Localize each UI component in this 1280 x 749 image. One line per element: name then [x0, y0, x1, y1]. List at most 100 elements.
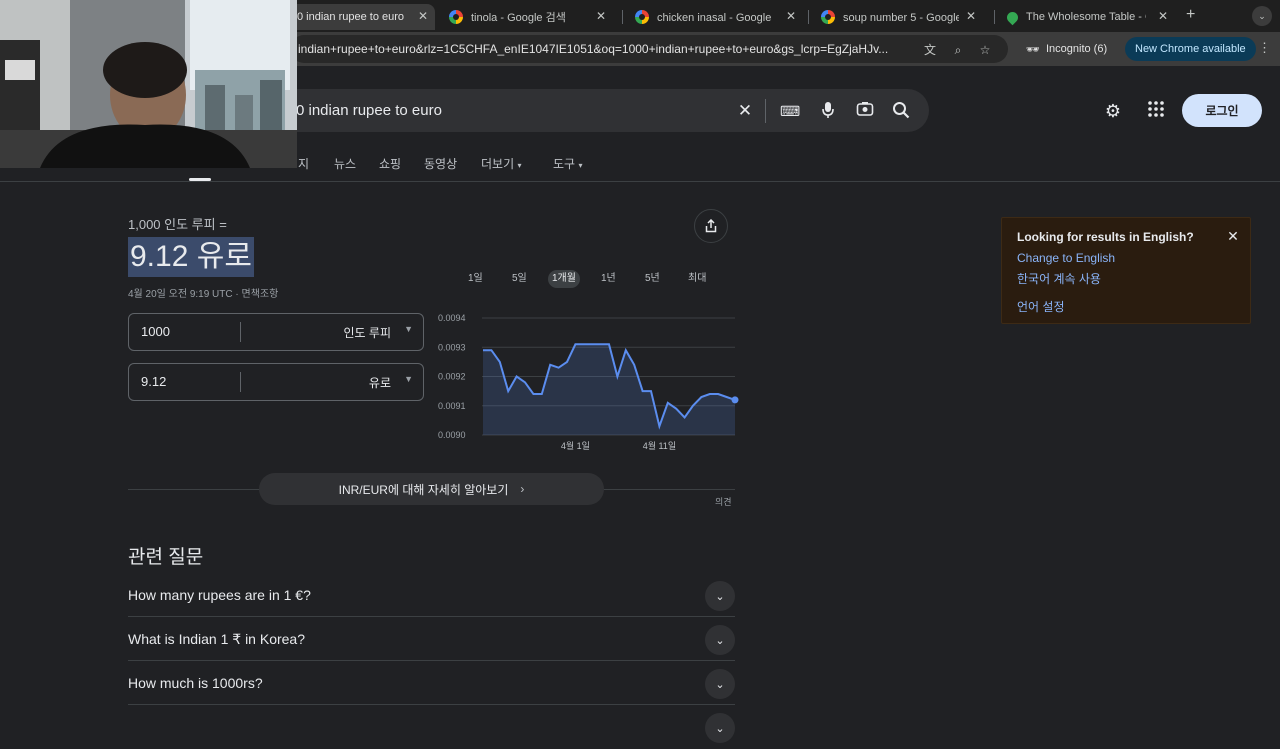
conversion-timestamp: 4월 20일 오전 9:19 UTC · 면책조항	[128, 289, 279, 300]
chrome-update-button[interactable]: New Chrome available	[1125, 37, 1256, 61]
change-to-english-link[interactable]: Change to English	[1017, 251, 1115, 265]
tab-tools[interactable]: 도구 ▾	[553, 155, 582, 172]
tab-wholesome-table[interactable]: The Wholesome Table - G ✕	[999, 4, 1179, 30]
close-tab-icon[interactable]: ✕	[593, 9, 609, 23]
range-1-year[interactable]: 1년	[597, 270, 620, 288]
clear-icon[interactable]: ✕	[735, 101, 755, 121]
dropdown-caret-icon[interactable]: ▼	[404, 374, 413, 384]
exchange-rate-chart[interactable]: 0.0094 0.0093 0.0092 0.0091 0.0090 4월 1일 4월 11…	[430, 306, 740, 456]
tab-soup-number-5[interactable]: soup number 5 - Google 검 ✕	[813, 4, 993, 30]
search-divider	[765, 99, 766, 123]
y-tick-label: 0.0092	[438, 372, 466, 382]
incognito-indicator[interactable]: 🕶 Incognito (6)	[1018, 37, 1115, 61]
conversion-result: 9.12 유로	[128, 237, 254, 277]
faq-question: How many rupees are in 1 €?	[128, 587, 311, 603]
header-divider	[0, 181, 1280, 182]
y-tick-label: 0.0094	[438, 313, 466, 323]
language-popup-title: Looking for results in English?	[1017, 230, 1194, 244]
y-tick-label: 0.0093	[438, 342, 466, 352]
range-5-day[interactable]: 5일	[508, 270, 531, 288]
settings-gear-icon[interactable]: ⚙	[1102, 100, 1124, 122]
translate-icon[interactable]: 文	[922, 42, 938, 58]
chevron-down-icon[interactable]: ⌄	[705, 581, 735, 611]
chevron-down-icon: ▾	[517, 161, 522, 170]
tab-divider	[808, 10, 809, 24]
more-options-icon[interactable]: ⋮	[1258, 40, 1271, 56]
y-tick-label: 0.0091	[438, 401, 466, 411]
search-icon[interactable]	[891, 101, 911, 121]
learn-more-label: INR/EUR에 대해 자세히 알아보기	[338, 482, 509, 497]
tab-label: tinola - Google 검색	[471, 12, 566, 24]
x-tick-label: 4월 1일	[561, 440, 590, 451]
new-tab-icon[interactable]: +	[1186, 6, 1195, 24]
tab-news[interactable]: 뉴스	[334, 155, 356, 172]
range-1-month[interactable]: 1개월	[548, 270, 580, 288]
dropdown-caret-icon[interactable]: ▼	[404, 324, 413, 334]
field-divider	[240, 322, 241, 342]
tab-search-icon[interactable]: ⌄	[1252, 6, 1272, 26]
google-icon	[635, 10, 649, 24]
current-value-dot	[731, 396, 739, 404]
related-questions-title: 관련 질문	[128, 547, 204, 568]
tab-more-label: 더보기	[481, 157, 515, 171]
close-tab-icon[interactable]: ✕	[415, 9, 431, 23]
faq-item[interactable]: How many rupees are in 1 €? ⌄	[128, 573, 735, 617]
chevron-down-icon[interactable]: ⌄	[705, 713, 735, 743]
chevron-right-icon: ›	[520, 482, 525, 496]
tab-label: soup number 5 - Google 검	[843, 12, 959, 24]
close-icon[interactable]: ✕	[1225, 228, 1241, 245]
faq-item[interactable]: What is Indian 1 ₹ in Korea? ⌄	[128, 617, 735, 661]
to-currency-select[interactable]: 유로	[369, 374, 391, 391]
tab-divider	[622, 10, 623, 24]
language-settings-link[interactable]: 언어 설정	[1017, 298, 1065, 315]
series-area	[483, 344, 735, 435]
google-icon	[449, 10, 463, 24]
faq-question: How much is 1000rs?	[128, 675, 263, 691]
tab-divider	[994, 10, 995, 24]
to-amount-input[interactable]: 9.12	[141, 374, 166, 389]
close-tab-icon[interactable]: ✕	[1155, 9, 1171, 23]
tab-chicken-inasal[interactable]: chicken inasal - Google 검 ✕	[627, 4, 807, 30]
range-5-year[interactable]: 5년	[641, 270, 664, 288]
faq-item[interactable]: ⌄	[128, 705, 735, 749]
incognito-label: Incognito (6)	[1045, 43, 1108, 55]
tab-shopping[interactable]: 쇼핑	[379, 155, 401, 172]
feedback-link[interactable]: 의견	[715, 495, 732, 508]
faq-question: What is Indian 1 ₹ in Korea?	[128, 631, 306, 647]
tab-images[interactable]: 지	[298, 155, 309, 172]
from-amount-input[interactable]: 1000	[141, 324, 170, 339]
share-button[interactable]	[694, 209, 728, 243]
lens-camera-icon[interactable]	[855, 101, 875, 121]
search-input[interactable]: 0 indian rupee to euro	[296, 102, 442, 119]
tab-videos[interactable]: 동영상	[424, 155, 457, 172]
keyboard-icon[interactable]: ⌨	[780, 101, 800, 121]
learn-more-button[interactable]: INR/EUR에 대해 자세히 알아보기 ›	[259, 473, 604, 505]
zoom-icon[interactable]: ⌕	[950, 42, 966, 58]
faq-item[interactable]: How much is 1000rs? ⌄	[128, 661, 735, 705]
close-tab-icon[interactable]: ✕	[783, 9, 799, 23]
tab-tinola[interactable]: tinola - Google 검색 ✕	[441, 4, 621, 30]
range-1-day[interactable]: 1일	[464, 270, 487, 288]
microphone-icon[interactable]	[818, 101, 838, 121]
from-amount-field[interactable]: 1000 인도 루피 ▼	[128, 313, 424, 351]
close-tab-icon[interactable]: ✕	[963, 9, 979, 23]
address-bar[interactable]: indian+rupee+to+euro&rlz=1C5CHFA_enIE104…	[290, 35, 1008, 63]
tab-label: chicken inasal - Google 검	[657, 12, 773, 24]
bookmark-star-icon[interactable]: ☆	[977, 42, 993, 58]
chevron-down-icon: ▾	[578, 161, 583, 170]
url-text[interactable]: indian+rupee+to+euro&rlz=1C5CHFA_enIE104…	[298, 42, 914, 56]
search-box[interactable]: 0 indian rupee to euro ✕ ⌨	[230, 89, 929, 132]
incognito-icon: 🕶	[1026, 43, 1040, 56]
tab-tools-label: 도구	[553, 157, 576, 171]
login-button[interactable]: 로그인	[1182, 94, 1262, 127]
range-max[interactable]: 최대	[684, 270, 710, 288]
keep-korean-link[interactable]: 한국어 계속 사용	[1017, 270, 1101, 287]
from-currency-select[interactable]: 인도 루피	[344, 324, 392, 341]
chevron-down-icon[interactable]: ⌄	[705, 625, 735, 655]
apps-grid-icon[interactable]	[1145, 100, 1167, 122]
x-tick-label: 4월 11일	[643, 440, 676, 451]
to-amount-field[interactable]: 9.12 유로 ▼	[128, 363, 424, 401]
y-tick-label: 0.0090	[438, 430, 466, 440]
tab-more[interactable]: 더보기 ▾	[481, 155, 521, 172]
chevron-down-icon[interactable]: ⌄	[705, 669, 735, 699]
